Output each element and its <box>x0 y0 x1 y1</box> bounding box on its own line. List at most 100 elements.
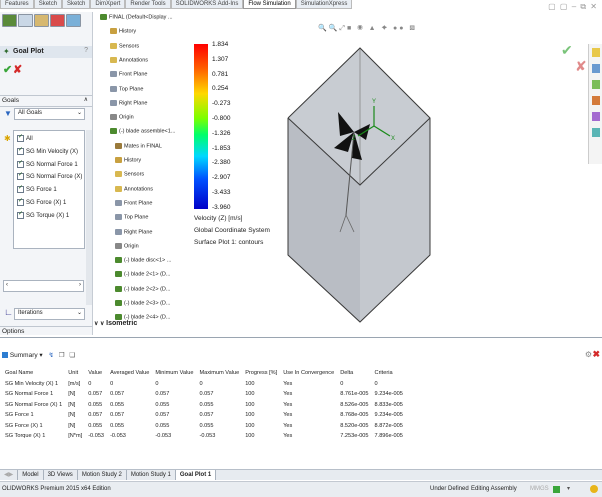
column-header[interactable]: Averaged Value <box>107 368 152 379</box>
table-row[interactable]: SG Torque (X) 1 [N*m] -0.053 -0.053 -0.053 -0… <box>2 431 406 442</box>
tree-item[interactable]: (-) blade disc<1> ... <box>115 257 171 264</box>
column-header[interactable]: Progress [%] <box>242 368 280 379</box>
checkbox[interactable] <box>17 159 24 168</box>
goal-checkbox-item[interactable]: SG Normal Force 1 <box>17 159 78 168</box>
display-manager-icon[interactable] <box>66 14 81 27</box>
scroll-left-icon[interactable]: ‹ <box>6 281 8 290</box>
tree-item[interactable]: (-) blade 2<3> (D... <box>115 300 170 306</box>
summary-dropdown[interactable]: Summary <box>10 352 38 359</box>
window-controls[interactable]: ▢ ▢ – ⧉ ✕ <box>548 2 598 12</box>
tree-item[interactable]: Sensors <box>110 42 139 49</box>
ribbon-tab[interactable]: Sketch <box>33 0 63 9</box>
tree-item[interactable]: Mates in FINAL <box>115 142 162 149</box>
cancel-icon[interactable]: ✘ <box>13 63 22 76</box>
checkbox[interactable] <box>17 210 24 219</box>
help-icon[interactable] <box>590 485 598 493</box>
feature-manager-icon[interactable] <box>2 14 17 27</box>
heads-up-view-toolbar[interactable]: 🔍🔍⤢■ ◉ ▲ ✦ ●● ▩ <box>318 24 417 33</box>
tree-item[interactable]: Top Plane <box>115 214 148 221</box>
table-row[interactable]: SG Force 1 [N] 0.057 0.057 0.057 0.057 100 Yes 8… <box>2 410 406 421</box>
checkbox[interactable] <box>17 171 24 181</box>
column-header[interactable]: Criteria <box>372 368 406 379</box>
model-3d-view[interactable]: Y Z X <box>270 40 450 325</box>
checkbox[interactable] <box>17 197 24 206</box>
copy-icon[interactable]: ❐ <box>59 352 65 359</box>
confirm-corner-cancel-icon[interactable]: ✘ <box>575 58 587 75</box>
table-row[interactable]: SG Min Velocity (X) 1 [m/s] 0 0 0 0 100 Yes 0 0 <box>2 379 406 390</box>
tree-item[interactable]: Front Plane <box>115 199 152 206</box>
checkbox[interactable] <box>17 146 24 155</box>
resources-icon[interactable] <box>592 48 600 57</box>
scroll-right-icon[interactable]: › <box>79 281 81 290</box>
file-explorer-icon[interactable] <box>592 80 600 89</box>
checkbox[interactable] <box>17 184 24 194</box>
goal-checkbox-item[interactable]: SG Force 1 <box>17 184 57 194</box>
goal-checkbox-item[interactable]: SG Torque (X) 1 <box>17 210 69 219</box>
appearances-icon[interactable] <box>592 112 600 121</box>
tree-item[interactable]: (-) blade assemble<1... <box>110 128 175 135</box>
table-row[interactable]: SG Normal Force 1 [N] 0.057 0.057 0.057 0.057… <box>2 389 406 400</box>
close-icon[interactable]: ✖ <box>592 349 600 360</box>
ribbon-tab[interactable]: SimulationXpress <box>295 0 353 9</box>
customize-icon[interactable]: ▾ <box>567 482 570 497</box>
ribbon-tab[interactable]: Render Tools <box>125 0 171 9</box>
ribbon-tab[interactable]: Features <box>0 0 34 9</box>
column-header[interactable]: Minimum Value <box>152 368 196 379</box>
confirm-corner-ok-icon[interactable]: ✔ <box>561 42 573 59</box>
tree-item[interactable]: Right Plane <box>115 228 152 235</box>
model-tab[interactable]: 3D Views <box>44 470 78 480</box>
status-units[interactable]: MMGS <box>530 482 549 497</box>
chart-icon[interactable]: ↯ <box>49 352 54 359</box>
goals-filter-dropdown[interactable]: All Goals ⌄ <box>14 108 85 120</box>
column-header[interactable]: Goal Name <box>2 368 65 379</box>
tree-item[interactable]: FINAL (Default<Display ... <box>100 14 173 20</box>
options-section-header[interactable]: Options <box>0 326 92 336</box>
iterations-dropdown[interactable]: Iterations ⌄ <box>14 308 85 320</box>
dimxpert-icon[interactable] <box>50 14 65 27</box>
column-header[interactable]: Delta <box>337 368 371 379</box>
goal-checkbox-item[interactable]: SG Normal Force (X) <box>17 171 82 181</box>
tree-item[interactable]: Origin <box>115 242 139 249</box>
property-manager-icon[interactable] <box>18 14 33 27</box>
column-header[interactable]: Use In Convergence <box>280 368 337 379</box>
tree-item[interactable]: (-) blade 2<1> (D... <box>115 271 170 278</box>
tree-item[interactable]: Annotations <box>110 56 148 63</box>
config-manager-icon[interactable] <box>34 14 49 27</box>
column-header[interactable]: Unit <box>65 368 85 379</box>
view-palette-icon[interactable] <box>592 96 600 105</box>
goal-checkbox-item[interactable]: All <box>17 133 33 142</box>
list-scroll-controls[interactable]: ‹ › <box>3 280 84 292</box>
tab-scroll-arrows[interactable]: ◀▶ <box>0 470 19 480</box>
tree-item[interactable]: (-) blade 2<2> (D... <box>115 285 170 292</box>
column-header[interactable]: Maximum Value <box>197 368 243 379</box>
collapse-icon[interactable]: ∧ <box>84 96 88 103</box>
export-icon[interactable]: ❏ <box>69 352 75 359</box>
tree-item[interactable]: History <box>110 28 136 35</box>
tree-item[interactable]: Origin <box>110 114 134 121</box>
custom-properties-icon[interactable] <box>592 128 600 137</box>
checkbox[interactable] <box>17 133 24 142</box>
model-tab[interactable]: Motion Study 1 <box>127 470 176 480</box>
design-library-icon[interactable] <box>592 64 600 73</box>
ribbon-tab[interactable]: Flow Simulation <box>243 0 296 9</box>
panel-scrollbar[interactable] <box>86 130 92 305</box>
tree-item[interactable]: Sensors <box>115 171 144 178</box>
ribbon-tab[interactable]: Sketch <box>62 0 91 9</box>
help-icon[interactable]: ? <box>84 47 88 54</box>
table-row[interactable]: SG Force (X) 1 [N] 0.055 0.055 0.055 0.055 100… <box>2 421 406 432</box>
settings-icon[interactable]: ⚙ <box>585 350 592 359</box>
tree-item[interactable]: Top Plane <box>110 85 143 92</box>
column-header[interactable]: Value <box>85 368 107 379</box>
table-row[interactable]: SG Normal Force (X) 1 [N] 0.055 0.055 0.055 0… <box>2 400 406 411</box>
tree-item[interactable]: Front Plane <box>110 71 147 78</box>
model-tab[interactable]: Motion Study 2 <box>78 470 127 480</box>
model-tab[interactable]: Model <box>18 470 44 480</box>
tree-item[interactable]: Annotations <box>115 185 153 192</box>
ribbon-tab[interactable]: DimXpert <box>90 0 126 9</box>
tree-item[interactable]: Right Plane <box>110 99 147 106</box>
goal-checkbox-item[interactable]: SG Min Velocity (X) <box>17 146 78 155</box>
goals-section-header[interactable]: Goals ∧ <box>0 95 92 107</box>
ok-icon[interactable]: ✔ <box>3 63 12 76</box>
model-tab[interactable]: Goal Plot 1 <box>175 470 217 480</box>
task-pane[interactable] <box>588 44 602 164</box>
